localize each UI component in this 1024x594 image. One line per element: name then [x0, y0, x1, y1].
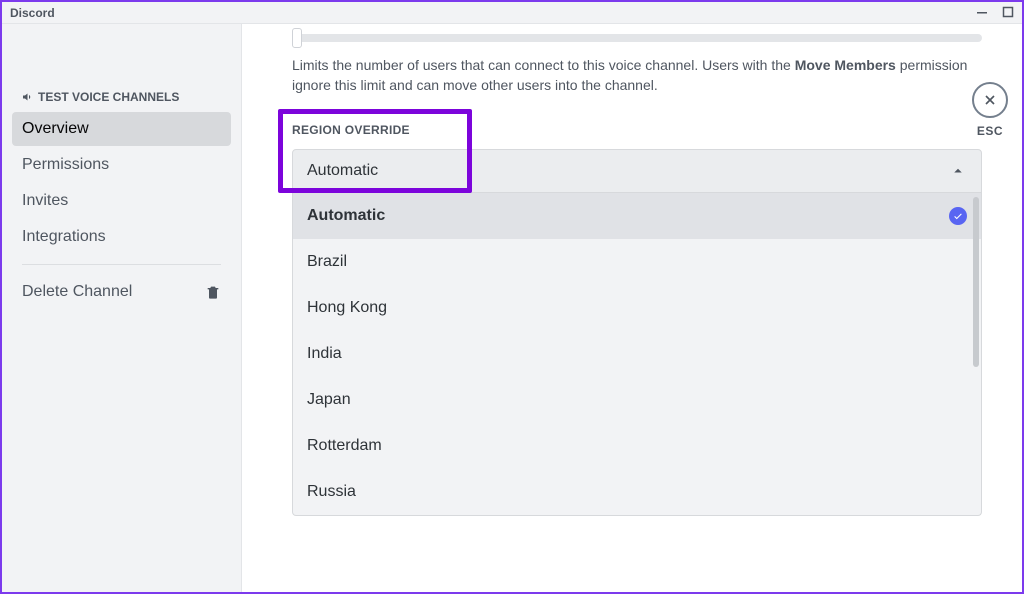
dropdown-option-label: India: [307, 345, 342, 363]
delete-channel-label: Delete Channel: [22, 283, 132, 301]
sidebar-header: TEST VOICE CHANNELS: [12, 84, 231, 110]
sidebar-divider: [22, 264, 221, 265]
titlebar: Discord: [2, 2, 1022, 24]
main-container: TEST VOICE CHANNELS Overview Permissions…: [2, 24, 1022, 592]
close-icon: [972, 82, 1008, 118]
sidebar-item-label: Overview: [22, 120, 89, 137]
region-override-label: REGION OVERRIDE: [292, 123, 982, 137]
sidebar-item-integrations[interactable]: Integrations: [12, 220, 231, 254]
region-dropdown-list: Automatic Brazil Hong Kong India Japan: [292, 193, 982, 516]
dropdown-option-rotterdam[interactable]: Rotterdam: [293, 423, 981, 469]
app-title: Discord: [6, 6, 55, 20]
sidebar-item-permissions[interactable]: Permissions: [12, 148, 231, 182]
region-dropdown-selected[interactable]: Automatic: [292, 149, 982, 193]
esc-label: ESC: [977, 124, 1003, 138]
dropdown-option-label: Hong Kong: [307, 299, 387, 317]
sidebar-item-overview[interactable]: Overview: [12, 112, 231, 146]
dropdown-scrollbar[interactable]: [973, 197, 979, 367]
dropdown-option-automatic[interactable]: Automatic: [293, 193, 981, 239]
dropdown-option-label: Japan: [307, 391, 351, 409]
esc-button[interactable]: ESC: [972, 82, 1008, 138]
check-icon: [949, 207, 967, 225]
sidebar-header-label: TEST VOICE CHANNELS: [38, 90, 179, 104]
dropdown-option-japan[interactable]: Japan: [293, 377, 981, 423]
dropdown-option-russia[interactable]: Russia: [293, 469, 981, 515]
maximize-button[interactable]: [1002, 5, 1014, 21]
dropdown-selected-value: Automatic: [307, 162, 378, 180]
trash-icon: [205, 284, 221, 300]
slider-thumb[interactable]: [292, 28, 302, 48]
sidebar-item-label: Integrations: [22, 228, 106, 245]
sidebar-item-label: Invites: [22, 192, 68, 209]
content-area: Limits the number of users that can conn…: [242, 24, 1022, 592]
dropdown-option-label: Rotterdam: [307, 437, 382, 455]
sidebar-item-invites[interactable]: Invites: [12, 184, 231, 218]
window-controls: [976, 5, 1018, 21]
dropdown-option-label: Russia: [307, 483, 356, 501]
dropdown-option-hong-kong[interactable]: Hong Kong: [293, 285, 981, 331]
user-limit-description: Limits the number of users that can conn…: [292, 56, 982, 95]
chevron-up-icon: [949, 162, 967, 180]
speaker-icon: [22, 91, 34, 103]
dropdown-option-label: Automatic: [307, 207, 385, 225]
minimize-button[interactable]: [976, 5, 988, 21]
dropdown-option-label: Brazil: [307, 253, 347, 271]
region-override-section: REGION OVERRIDE Automatic Automatic Braz…: [292, 123, 982, 516]
slider-track: [292, 34, 982, 42]
dropdown-option-india[interactable]: India: [293, 331, 981, 377]
dropdown-option-brazil[interactable]: Brazil: [293, 239, 981, 285]
user-limit-slider[interactable]: [292, 34, 982, 42]
sidebar-item-label: Permissions: [22, 156, 109, 173]
delete-channel-button[interactable]: Delete Channel: [12, 275, 231, 309]
sidebar: TEST VOICE CHANNELS Overview Permissions…: [2, 24, 242, 592]
